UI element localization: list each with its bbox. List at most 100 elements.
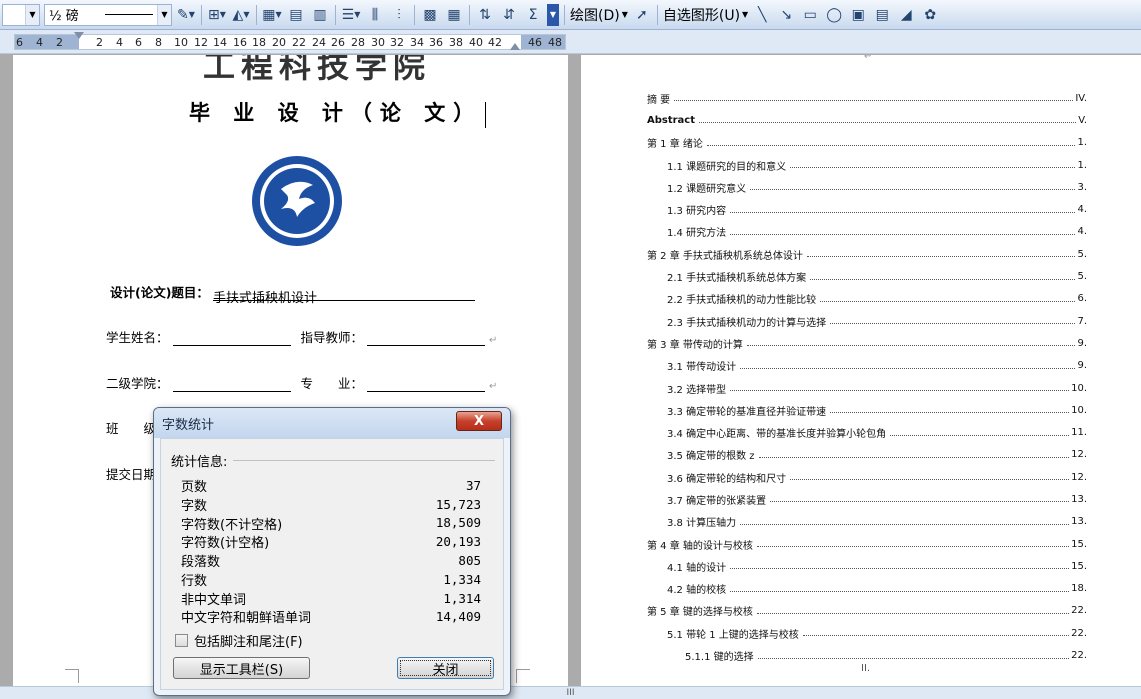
pen-color-icon[interactable]: ✎ ▼ xyxy=(176,4,196,26)
stat-label: 段落数 xyxy=(181,555,221,571)
toc-dot-leader xyxy=(730,385,1070,391)
toc-entry[interactable]: 3.7 确定带的张紧装置 13. xyxy=(647,488,1087,510)
scroll-grip[interactable]: III xyxy=(567,688,575,698)
distribute-rows-icon[interactable]: ⫼ xyxy=(365,4,385,26)
split-cells-icon[interactable]: ▥ xyxy=(310,4,330,26)
college-field[interactable] xyxy=(172,378,291,392)
toc-entry[interactable]: 2.3 手扶式插秧机动力的计算与选择 7. xyxy=(647,310,1087,332)
sort-descending-icon[interactable]: ⇵ xyxy=(499,4,519,26)
toc-entry-page: 10. xyxy=(1071,382,1087,394)
toc-dot-leader xyxy=(830,318,1076,325)
autofit-icon[interactable]: ▦ xyxy=(444,4,464,26)
toc-entry-page: 22. xyxy=(1071,650,1087,662)
sort-ascending-icon[interactable]: ⇅ xyxy=(475,4,495,26)
toc-entry[interactable]: Abstract V. xyxy=(647,109,1087,131)
toc-entry[interactable]: 4.2 轴的校核 18. xyxy=(647,578,1087,600)
toc-entry[interactable]: 5.1 带轮 1 上键的选择与校核 22. xyxy=(647,622,1087,644)
toc-entry[interactable]: 第 4 章 轴的设计与校核 15. xyxy=(647,533,1087,555)
chevron-down-icon: ▼ xyxy=(742,10,749,19)
stat-row: 字符数(不计空格) 18,509 xyxy=(181,514,481,532)
stats-header: 统计信息: xyxy=(171,451,495,470)
student-name-label: 学生姓名： xyxy=(106,330,169,345)
toc-entry-label: 4.2 轴的校核 xyxy=(667,581,729,597)
toc-entry[interactable]: 4.1 轴的设计 15. xyxy=(647,555,1087,577)
close-icon[interactable]: X xyxy=(456,411,502,431)
toc-entry-page: 5. xyxy=(1077,248,1087,260)
table-autoformat-icon[interactable]: ▩ xyxy=(420,4,440,26)
advisor-field[interactable] xyxy=(367,332,486,346)
toc-entry[interactable]: 第 5 章 键的选择与校核 22. xyxy=(647,600,1087,622)
toc-entry[interactable]: 3.2 选择带型 10. xyxy=(647,377,1087,399)
toc-entry-label: 摘 要 xyxy=(647,90,673,106)
toc-entry-label: 1.1 课题研究的目的和意义 xyxy=(667,157,789,173)
fill-color-icon[interactable]: ◭ ▼ xyxy=(231,4,251,26)
close-button[interactable]: 关闭 xyxy=(397,657,494,679)
toc-entry[interactable]: 1.2 课题研究意义 3. xyxy=(647,176,1087,198)
thesis-title-field[interactable]: 手扶式插秧机设计 xyxy=(212,287,475,306)
oval-icon[interactable]: ◯ xyxy=(824,4,844,26)
toc-entry-page: 10. xyxy=(1071,404,1087,416)
toc-entry-page: 1. xyxy=(1077,137,1087,149)
style-dropdown[interactable]: ▼ xyxy=(2,3,40,26)
submit-date-row: 提交日期 xyxy=(106,464,156,483)
toc-entry[interactable]: 3.4 确定中心距离、带的基准长度并验算小轮包角 11. xyxy=(647,421,1087,443)
draw-menu-button[interactable]: 绘图(D) ▼ xyxy=(570,4,628,26)
toc-entry-page: 9. xyxy=(1077,360,1087,372)
page-toc[interactable]: ↵ 摘 要 IV. Abstract V. 第 1 章 绪论 1. 1.1 课题研究的目的和… xyxy=(581,55,1141,686)
separator xyxy=(414,4,415,25)
line-icon[interactable]: ╲ xyxy=(752,4,772,26)
insert-table-icon[interactable]: ▦ ▼ xyxy=(262,4,282,26)
dialog-titlebar[interactable]: 字数统计 X xyxy=(154,408,510,438)
toolbar-options-icon[interactable]: ▼ xyxy=(547,3,559,26)
toc-entry-label: 5.1 带轮 1 上键的选择与校核 xyxy=(667,625,801,641)
toc-entry-page: 18. xyxy=(1071,583,1087,595)
stat-value: 15,723 xyxy=(435,496,481,512)
include-notes-option[interactable]: 包括脚注和尾注(F) xyxy=(175,631,303,650)
major-field[interactable] xyxy=(367,378,486,392)
toc-entry[interactable]: 1.1 课题研究的目的和意义 1. xyxy=(647,154,1087,176)
stat-value: 1,334 xyxy=(443,571,481,587)
toc-entry[interactable]: 1.3 研究内容 4. xyxy=(647,198,1087,220)
arrow-icon[interactable]: ↘ xyxy=(776,4,796,26)
rectangle-icon[interactable]: ▭ xyxy=(800,4,820,26)
toc-entry[interactable]: 3.6 确定带轮的结构和尺寸 12. xyxy=(647,466,1087,488)
textbox-icon[interactable]: ▣ xyxy=(848,4,868,26)
toc-dot-leader xyxy=(730,229,1076,235)
toc-entry-label: 3.6 确定带轮的结构和尺寸 xyxy=(667,469,789,485)
wordart-icon[interactable]: ◢ xyxy=(896,4,916,26)
class-row: 班 级 xyxy=(106,418,156,437)
toc-dot-leader xyxy=(770,496,1070,503)
distribute-columns-icon[interactable]: ⫶ xyxy=(389,4,409,26)
show-toolbar-button[interactable]: 显示工具栏(S) xyxy=(173,657,310,679)
toc-entry[interactable]: 3.1 带传动设计 9. xyxy=(647,355,1087,377)
diagram-icon[interactable]: ✿ xyxy=(920,4,940,26)
toc-entry-label: 第 4 章 轴的设计与校核 xyxy=(647,536,755,552)
merge-cells-icon[interactable]: ▤ xyxy=(286,4,306,26)
include-notes-checkbox[interactable] xyxy=(175,634,188,647)
toc-entry[interactable]: 3.3 确定带轮的基准直径并验证带速 10. xyxy=(647,399,1087,421)
ruler-number: 48 xyxy=(548,36,562,49)
line-weight-dropdown[interactable]: ½ 磅 ▼ xyxy=(44,3,172,26)
toc-entry[interactable]: 2.1 手扶式插秧机系统总体方案 5. xyxy=(647,265,1087,287)
toc-entry[interactable]: 第 3 章 带传动的计算 9. xyxy=(647,332,1087,354)
align-icon[interactable]: ☰ ▼ xyxy=(341,4,361,26)
stat-row: 行数 1,334 xyxy=(181,570,481,589)
borders-icon[interactable]: ⊞ ▼ xyxy=(207,4,227,26)
horizontal-ruler[interactable]: 6 4 2 2 4 6 8 10 12 14 16 18 20 22 24 26 28 30 32 34 36 38 40 4… xyxy=(0,30,1141,54)
toc-entry[interactable]: 1.4 研究方法 4. xyxy=(647,221,1087,243)
toc-entry[interactable]: 摘 要 IV. xyxy=(647,87,1087,109)
right-indent-marker[interactable] xyxy=(510,43,520,50)
margin-corner-mark xyxy=(516,669,530,683)
stat-value: 805 xyxy=(458,553,481,569)
autoshape-menu-button[interactable]: 自选图形(U) ▼ xyxy=(663,4,748,26)
toc-entry[interactable]: 3.5 确定带的根数 z 12. xyxy=(647,444,1087,466)
toc-entry[interactable]: 2.2 手扶式插秧机的动力性能比较 6. xyxy=(647,288,1087,310)
student-name-field[interactable] xyxy=(172,332,291,346)
toc-entry[interactable]: 第 2 章 手扶式插秧机系统总体设计 5. xyxy=(647,243,1087,265)
toc-entry[interactable]: 3.8 计算压轴力 13. xyxy=(647,511,1087,533)
autosum-icon[interactable]: Σ xyxy=(523,4,543,26)
first-line-indent-marker[interactable] xyxy=(74,32,84,39)
toc-entry[interactable]: 第 1 章 绪论 1. xyxy=(647,132,1087,154)
select-objects-icon[interactable]: ➚ xyxy=(632,4,652,26)
vertical-textbox-icon[interactable]: ▤ xyxy=(872,4,892,26)
